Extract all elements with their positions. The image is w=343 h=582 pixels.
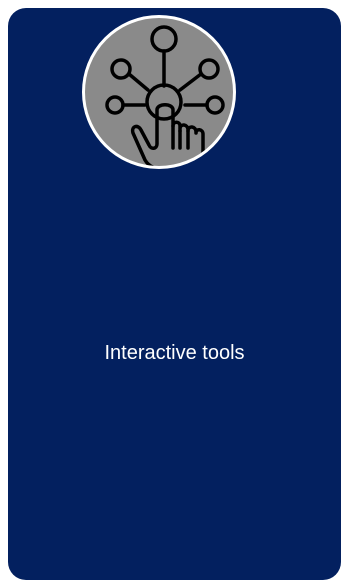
interactive-tools-card[interactable]: Interactive tools (8, 8, 341, 580)
card-title: Interactive tools (104, 342, 245, 364)
icon-badge (82, 15, 236, 169)
hand-pointer-network-icon (105, 25, 225, 166)
